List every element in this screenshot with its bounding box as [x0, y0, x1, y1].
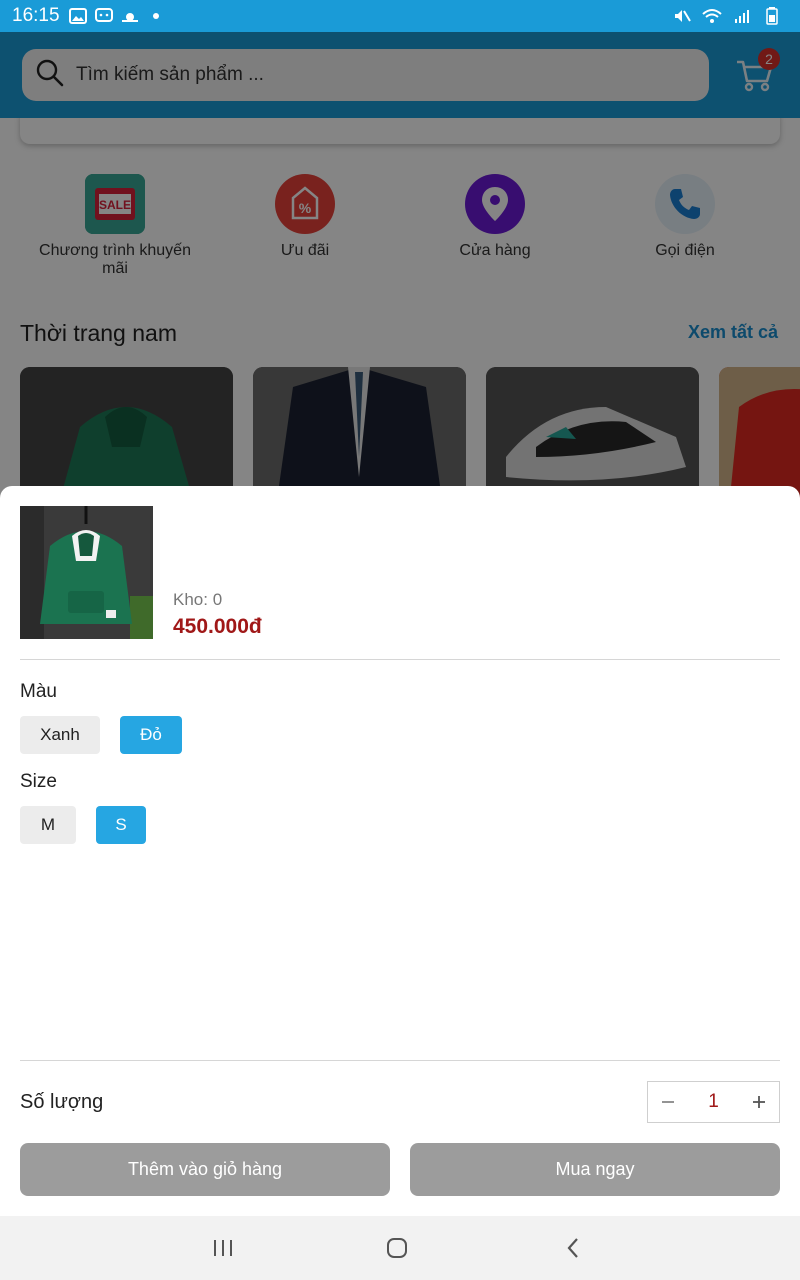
status-time: 16:15: [12, 5, 60, 26]
gallery-icon: [68, 7, 88, 25]
divider: [20, 659, 780, 660]
buy-now-button[interactable]: Mua ngay: [410, 1143, 780, 1196]
product-thumbnail: [20, 506, 153, 639]
mute-icon: [672, 7, 692, 25]
back-icon: [567, 1238, 578, 1258]
product-price: 450.000đ: [173, 615, 262, 638]
home-button[interactable]: [384, 1236, 410, 1260]
minus-icon: [662, 1101, 674, 1103]
wifi-icon: [702, 7, 722, 25]
color-title: Màu: [20, 681, 57, 702]
notification-dot-icon: [146, 7, 166, 25]
modal-backdrop[interactable]: [0, 32, 800, 502]
quantity-value[interactable]: 1: [688, 1091, 739, 1113]
recent-apps-button[interactable]: [210, 1236, 236, 1260]
stock-label: Kho: 0: [173, 590, 223, 609]
signal-icon: [732, 7, 752, 25]
divider: [20, 1060, 780, 1061]
battery-icon: [762, 7, 782, 25]
weather-icon: [120, 7, 140, 25]
add-to-cart-button[interactable]: Thêm vào giỏ hàng: [20, 1143, 390, 1196]
size-option-s[interactable]: S: [96, 806, 146, 844]
color-option-xanh[interactable]: Xanh: [20, 716, 100, 754]
messenger-icon: [94, 7, 114, 25]
home-icon: [387, 1238, 407, 1258]
size-title: Size: [20, 771, 57, 792]
increment-button[interactable]: [739, 1082, 779, 1122]
quantity-label: Số lượng: [20, 1091, 104, 1113]
variant-bottom-sheet: Kho: 0 450.000đ Màu Xanh Đỏ Size M S Số …: [0, 486, 800, 1216]
status-bar: 16:15: [0, 0, 800, 32]
back-button[interactable]: [560, 1236, 586, 1260]
quantity-stepper: 1: [647, 1081, 780, 1123]
system-nav-bar: [0, 1216, 800, 1280]
recent-apps-icon: [214, 1240, 232, 1256]
decrement-button[interactable]: [648, 1082, 688, 1122]
color-option-do[interactable]: Đỏ: [120, 716, 182, 754]
size-option-m[interactable]: M: [20, 806, 76, 844]
plus-icon: [753, 1096, 765, 1108]
